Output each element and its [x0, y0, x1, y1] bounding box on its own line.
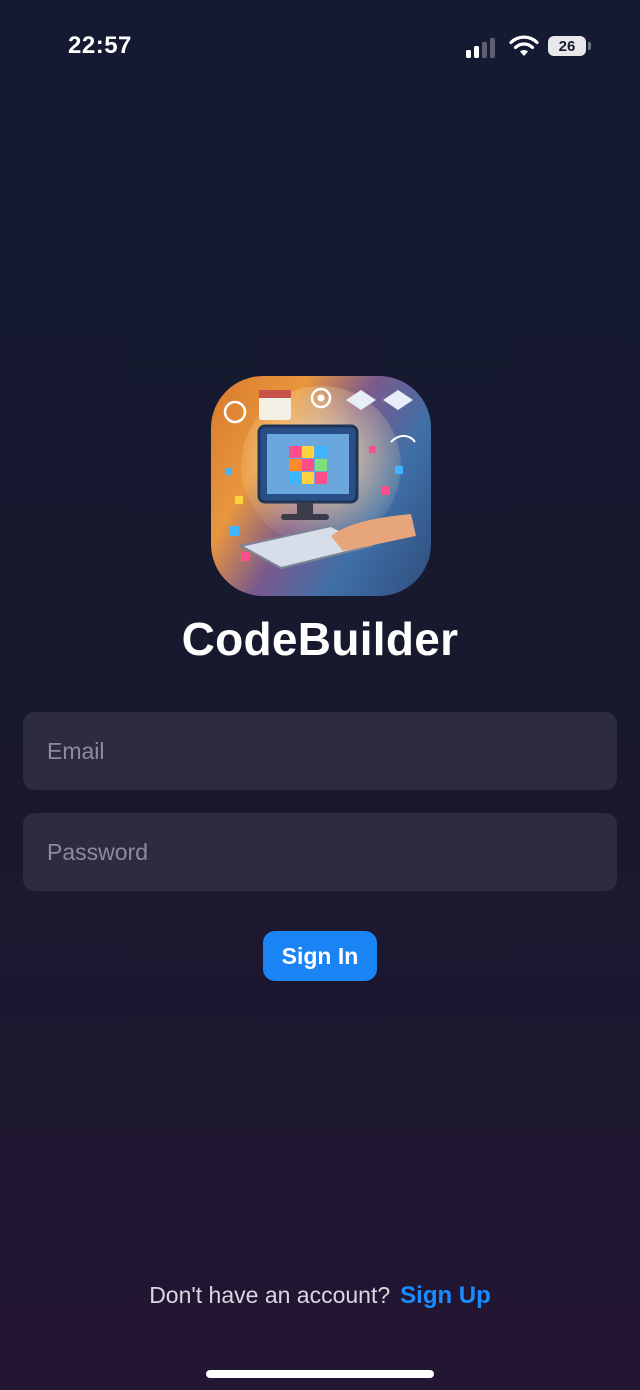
signup-prompt: Don't have an account? Sign Up — [0, 1282, 640, 1310]
signup-prompt-text: Don't have an account? — [149, 1282, 391, 1308]
app-logo-illustration — [223, 386, 416, 570]
signal-icon — [466, 38, 495, 58]
app-title: CodeBuilder — [181, 613, 459, 665]
battery-level: 26 — [558, 37, 576, 55]
password-field[interactable] — [23, 813, 617, 891]
email-field[interactable] — [23, 712, 617, 790]
app-logo-icon — [211, 376, 431, 596]
wifi-icon — [509, 35, 539, 56]
battery-cap — [588, 42, 591, 50]
home-indicator[interactable] — [206, 1370, 434, 1378]
sign-up-link[interactable]: Sign Up — [400, 1282, 491, 1309]
status-bar: 22:57 26 — [0, 0, 640, 90]
status-time: 22:57 — [68, 32, 132, 59]
battery-icon: 26 — [548, 36, 586, 56]
sign-in-button[interactable]: Sign In — [263, 931, 377, 981]
